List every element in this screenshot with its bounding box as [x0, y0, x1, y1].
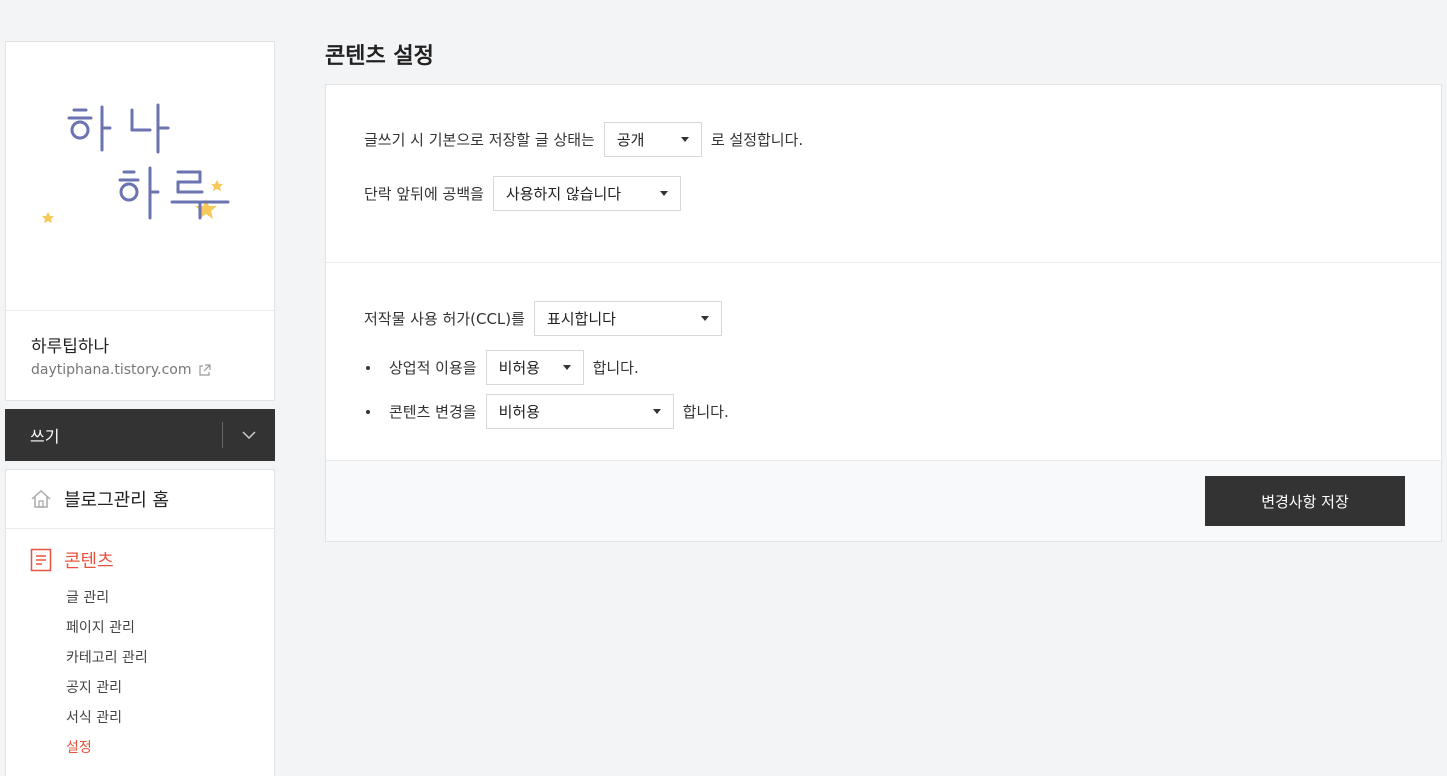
blog-url-text[interactable]: daytiphana.tistory.com: [31, 362, 192, 378]
caret-down-icon: [700, 316, 709, 321]
post-defaults-section: 글쓰기 시 기본으로 저장할 글 상태는 공개 로 설정합니다. 단락 앞뒤에 …: [326, 85, 1441, 263]
menu-home-link[interactable]: 블로그관리 홈: [6, 470, 274, 529]
caret-down-icon: [652, 409, 661, 414]
default-status-value: 공개: [616, 131, 645, 149]
ccl-label: 저작물 사용 허가(CCL)를: [364, 310, 525, 328]
submenu-item-posts[interactable]: 글 관리: [66, 583, 274, 613]
menu-section-label: 콘텐츠: [64, 551, 114, 572]
home-icon: [31, 489, 51, 508]
blog-url-link[interactable]: daytiphana.tistory.com: [31, 362, 211, 378]
blog-logo-area: [6, 42, 274, 311]
chevron-down-icon: [242, 431, 256, 439]
write-button[interactable]: 쓰기: [5, 423, 222, 447]
save-changes-button[interactable]: 변경사항 저장: [1205, 476, 1405, 526]
ccl-value: 표시합니다: [546, 310, 616, 328]
write-options-toggle[interactable]: [223, 409, 275, 461]
ccl-row: 저작물 사용 허가(CCL)를 표시합니다: [364, 301, 722, 336]
submenu-item-templates[interactable]: 서식 관리: [66, 703, 274, 733]
modification-label: 콘텐츠 변경을: [389, 403, 477, 421]
default-status-row: 글쓰기 시 기본으로 저장할 글 상태는 공개 로 설정합니다.: [364, 122, 803, 157]
document-icon: [30, 548, 52, 572]
bullet: [366, 409, 370, 414]
page-title: 콘텐츠 설정: [325, 44, 434, 69]
paragraph-spacing-select[interactable]: 사용하지 않습니다: [492, 176, 681, 211]
caret-down-icon: [562, 365, 571, 370]
commercial-use-row: 상업적 이용을 비허용 합니다.: [366, 350, 639, 385]
default-status-prefix: 글쓰기 시 기본으로 저장할 글 상태는: [364, 131, 595, 149]
submenu-item-categories[interactable]: 카테고리 관리: [66, 643, 274, 673]
menu-home-label: 블로그관리 홈: [64, 490, 170, 511]
bullet: [366, 365, 370, 370]
external-link-icon[interactable]: [198, 363, 211, 377]
commercial-use-label: 상업적 이용을: [389, 359, 477, 377]
menu-section-contents[interactable]: 콘텐츠: [6, 547, 274, 573]
contents-submenu: 글 관리 페이지 관리 카테고리 관리 공지 관리 서식 관리 설정: [6, 583, 274, 763]
paragraph-spacing-row: 단락 앞뒤에 공백을 사용하지 않습니다: [364, 176, 681, 211]
admin-menu: 블로그관리 홈 콘텐츠 글 관리 페이지 관리 카테고리 관리 공지 관리 서식…: [5, 469, 275, 776]
caret-down-icon: [680, 137, 689, 142]
commercial-use-value: 비허용: [498, 359, 540, 377]
default-status-suffix: 로 설정합니다.: [710, 131, 804, 149]
submenu-item-notices[interactable]: 공지 관리: [66, 673, 274, 703]
panel-footer: 변경사항 저장: [326, 461, 1441, 541]
blog-logo[interactable]: [36, 102, 236, 232]
modification-value: 비허용: [498, 403, 540, 421]
commercial-use-suffix: 합니다.: [592, 359, 639, 377]
paragraph-spacing-value: 사용하지 않습니다: [505, 185, 622, 203]
write-bar: 쓰기: [5, 409, 275, 461]
paragraph-spacing-label: 단락 앞뒤에 공백을: [364, 185, 484, 203]
submenu-item-settings[interactable]: 설정: [66, 733, 274, 763]
ccl-section: 저작물 사용 허가(CCL)를 표시합니다 상업적 이용을 비허용 합니다. 콘…: [326, 263, 1441, 461]
submenu-item-pages[interactable]: 페이지 관리: [66, 613, 274, 643]
settings-panel: 글쓰기 시 기본으로 저장할 글 상태는 공개 로 설정합니다. 단락 앞뒤에 …: [325, 84, 1442, 542]
blog-name[interactable]: 하루팁하나: [31, 332, 109, 357]
blog-profile-card: 하루팁하나 daytiphana.tistory.com: [5, 41, 275, 401]
modification-row: 콘텐츠 변경을 비허용 합니다.: [366, 394, 729, 429]
modification-select[interactable]: 비허용: [485, 394, 674, 429]
caret-down-icon: [659, 191, 668, 196]
default-status-select[interactable]: 공개: [603, 122, 702, 157]
modification-suffix: 합니다.: [682, 403, 729, 421]
ccl-select[interactable]: 표시합니다: [533, 301, 722, 336]
commercial-use-select[interactable]: 비허용: [485, 350, 584, 385]
